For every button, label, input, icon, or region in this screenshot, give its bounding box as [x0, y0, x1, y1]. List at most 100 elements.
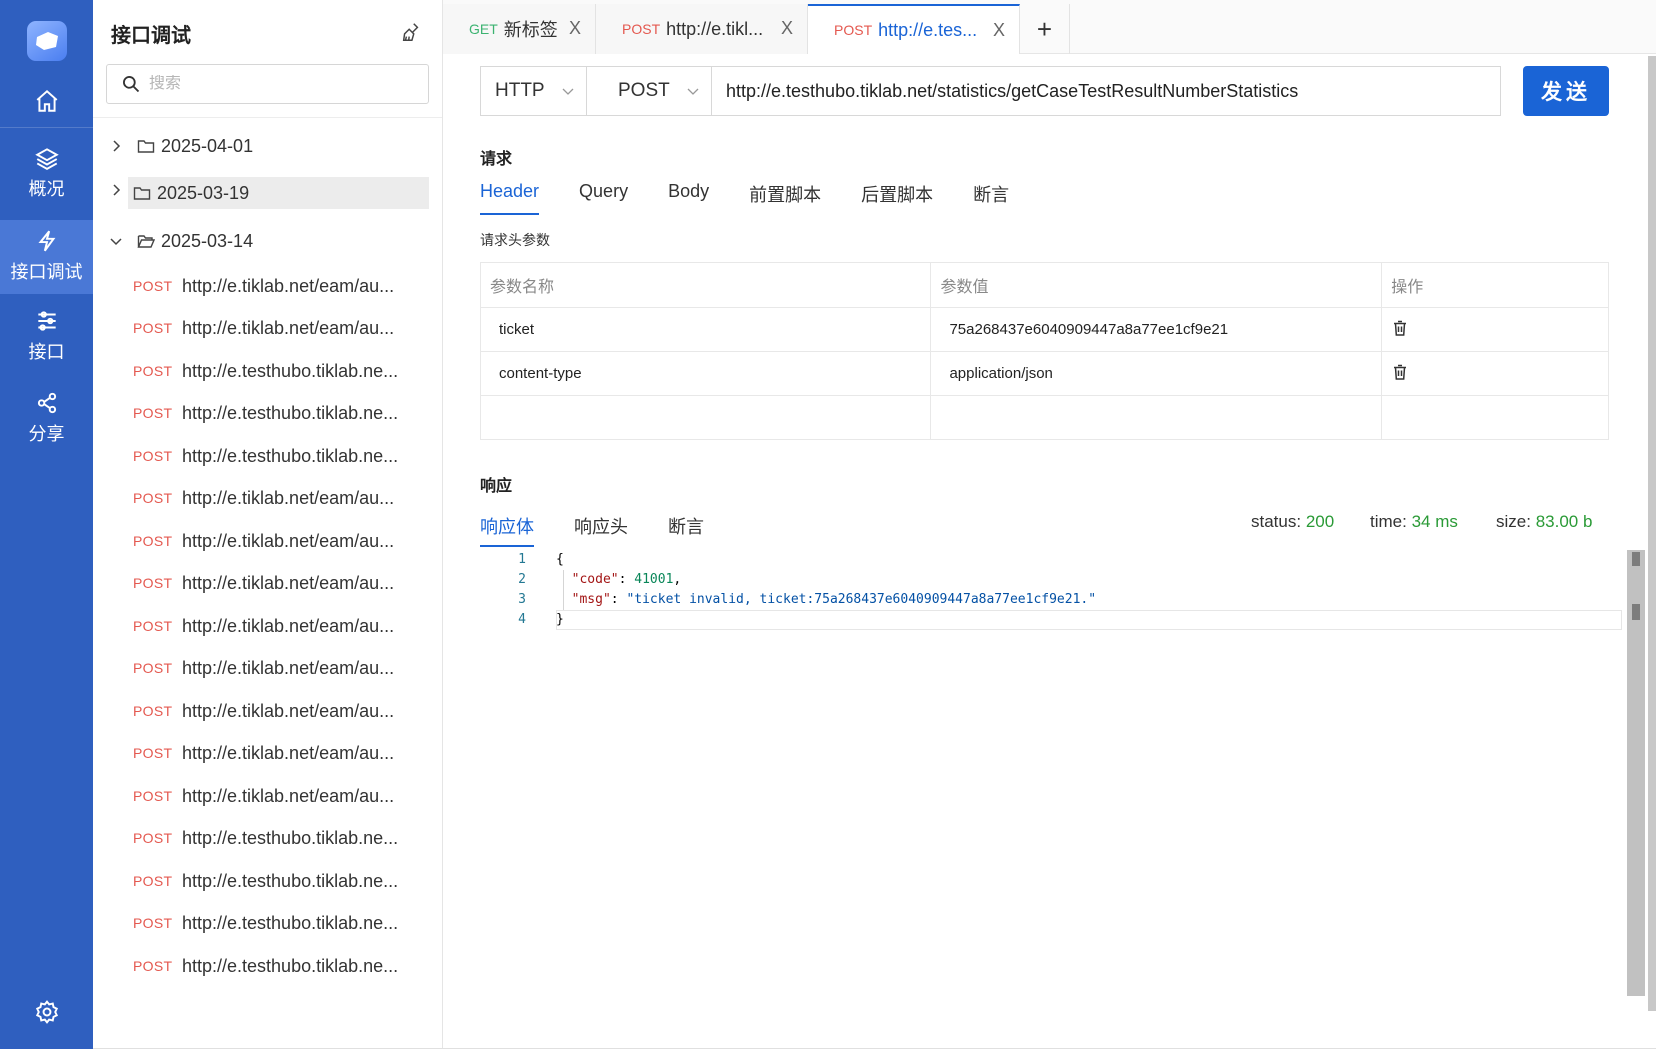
request-item[interactable]: POST http://e.tiklab.net/eam/au... [133, 269, 423, 303]
param-value-cell-empty[interactable] [930, 395, 1383, 440]
status-value: 200 [1305, 512, 1335, 531]
method-badge: GET [469, 21, 498, 37]
logo-icon [36, 32, 58, 50]
param-name-cell[interactable]: ticket [479, 307, 932, 352]
request-item[interactable]: POST http://e.tiklab.net/eam/au... [133, 524, 423, 558]
request-url: http://e.tiklab.net/eam/au... [182, 487, 395, 508]
response-body-editor[interactable]: 1 2 3 4 { "code": 41001, "msg": "ticket … [480, 550, 1645, 996]
page-scrollbar[interactable] [1648, 56, 1656, 1011]
tab-assertion[interactable]: 断言 [973, 181, 1009, 215]
request-url: http://e.tiklab.net/eam/au... [182, 317, 395, 338]
method-select[interactable]: POST [587, 67, 712, 115]
tab-response-assertion[interactable]: 断言 [668, 513, 704, 547]
nav-api-debug[interactable]: 接口调试 [0, 220, 93, 294]
broom-icon[interactable] [400, 21, 422, 43]
close-icon[interactable]: X [993, 20, 1005, 41]
code-line: { [556, 550, 1556, 570]
param-name-cell-empty[interactable] [479, 395, 932, 440]
request-heading: 请求 [480, 151, 513, 168]
table-header-row: 参数名称 参数值 操作 [479, 262, 1609, 308]
folder-item-selected[interactable]: 2025-03-19 [128, 177, 429, 209]
nav-api[interactable]: 接口 [0, 308, 93, 364]
request-item[interactable]: POST http://e.tiklab.net/eam/au... [133, 481, 423, 515]
tab-pre-script[interactable]: 前置脚本 [749, 181, 821, 215]
protocol-select[interactable]: HTTP [481, 67, 587, 115]
tab-bar: GET 新标签 X POST http://e.tikl... X POST h… [443, 0, 1656, 54]
nav-overview[interactable]: 概况 [0, 145, 93, 201]
chevron-down-icon [110, 238, 122, 246]
tab-request-1[interactable]: POST http://e.tikl... X [596, 4, 808, 54]
close-icon[interactable]: X [781, 18, 793, 39]
nav-home[interactable] [0, 88, 93, 124]
param-name-cell[interactable]: content-type [479, 351, 932, 396]
request-item[interactable]: POST http://e.testhubo.tiklab.ne... [133, 821, 423, 855]
request-url: http://e.tiklab.net/eam/au... [182, 615, 395, 636]
request-item[interactable]: POST http://e.testhubo.tiklab.ne... [133, 864, 423, 898]
action-cell [1381, 307, 1609, 352]
search-input[interactable] [149, 75, 409, 93]
chevron-down-icon [687, 88, 699, 95]
json-brace: } [556, 612, 564, 627]
folder-item[interactable]: 2025-04-01 [107, 130, 429, 162]
tab-request-2-active[interactable]: POST http://e.tes... X [808, 4, 1020, 54]
search-icon [123, 76, 140, 93]
send-button[interactable]: 发送 [1523, 66, 1609, 116]
method-badge: POST [133, 278, 173, 294]
column-header-name: 参数名称 [479, 262, 932, 308]
request-item[interactable]: POST http://e.testhubo.tiklab.ne... [133, 396, 423, 430]
tab-title: http://e.tes... [878, 19, 978, 40]
request-url: http://e.tiklab.net/eam/au... [182, 275, 395, 296]
tab-response-body[interactable]: 响应体 [480, 513, 534, 547]
request-item[interactable]: POST http://e.testhubo.tiklab.ne... [133, 906, 423, 940]
param-value-cell[interactable]: application/json [930, 351, 1383, 396]
nav-overview-label: 概况 [28, 179, 65, 199]
app-logo[interactable] [27, 21, 67, 61]
delete-icon[interactable] [1391, 363, 1409, 381]
request-item[interactable]: POST http://e.testhubo.tiklab.ne... [133, 354, 423, 388]
request-tabs: Header Query Body 前置脚本 后置脚本 断言 [480, 181, 1049, 215]
url-input[interactable] [712, 67, 1500, 115]
time-value: 34 ms [1411, 512, 1458, 531]
folder-open-icon [137, 235, 155, 248]
request-item[interactable]: POST http://e.tiklab.net/eam/au... [133, 736, 423, 770]
method-badge: POST [834, 22, 873, 38]
home-icon [36, 89, 57, 112]
folder-name: 2025-03-19 [157, 182, 250, 203]
folder-item-expanded[interactable]: 2025-03-14 [107, 225, 429, 257]
line-number: 2 [518, 572, 526, 587]
search-box[interactable] [106, 64, 429, 104]
nav-share[interactable]: 分享 [0, 390, 93, 446]
method-value: POST [618, 80, 670, 101]
json-key: "code" [571, 572, 619, 587]
method-badge: POST [133, 660, 173, 676]
request-item[interactable]: POST http://e.tiklab.net/eam/au... [133, 694, 423, 728]
request-item[interactable]: POST http://e.tiklab.net/eam/au... [133, 609, 423, 643]
folder-name: 2025-03-14 [161, 230, 254, 251]
tab-post-script[interactable]: 后置脚本 [861, 181, 933, 215]
editor-scrollbar[interactable] [1627, 550, 1645, 996]
tab-query[interactable]: Query [579, 181, 628, 215]
nav-api-label: 接口 [28, 342, 65, 362]
status-label: status: [1251, 512, 1302, 531]
tab-body[interactable]: Body [668, 181, 709, 215]
request-item[interactable]: POST http://e.tiklab.net/eam/au... [133, 311, 423, 345]
add-tab-button[interactable]: + [1020, 4, 1070, 54]
request-item[interactable]: POST http://e.testhubo.tiklab.ne... [133, 949, 423, 983]
request-item[interactable]: POST http://e.testhubo.tiklab.ne... [133, 439, 423, 473]
delete-icon[interactable] [1391, 319, 1409, 337]
time-label: time: [1370, 512, 1407, 531]
param-value-cell[interactable]: 75a268437e6040909447a8a77ee1cf9e21 [930, 307, 1383, 352]
tab-response-headers[interactable]: 响应头 [574, 513, 628, 547]
request-item[interactable]: POST http://e.tiklab.net/eam/au... [133, 779, 423, 813]
request-item[interactable]: POST http://e.tiklab.net/eam/au... [133, 651, 423, 685]
tab-new[interactable]: GET 新标签 X [443, 4, 596, 54]
method-badge: POST [133, 363, 173, 379]
nav-settings[interactable] [0, 999, 93, 1025]
lightning-icon [37, 230, 55, 252]
line-number: 1 [518, 552, 526, 567]
chevron-right-icon[interactable] [109, 183, 123, 197]
request-item[interactable]: POST http://e.tiklab.net/eam/au... [133, 566, 423, 600]
close-icon[interactable]: X [569, 18, 581, 39]
tab-header[interactable]: Header [480, 181, 540, 215]
code-line: "code": 41001, [571, 572, 682, 587]
